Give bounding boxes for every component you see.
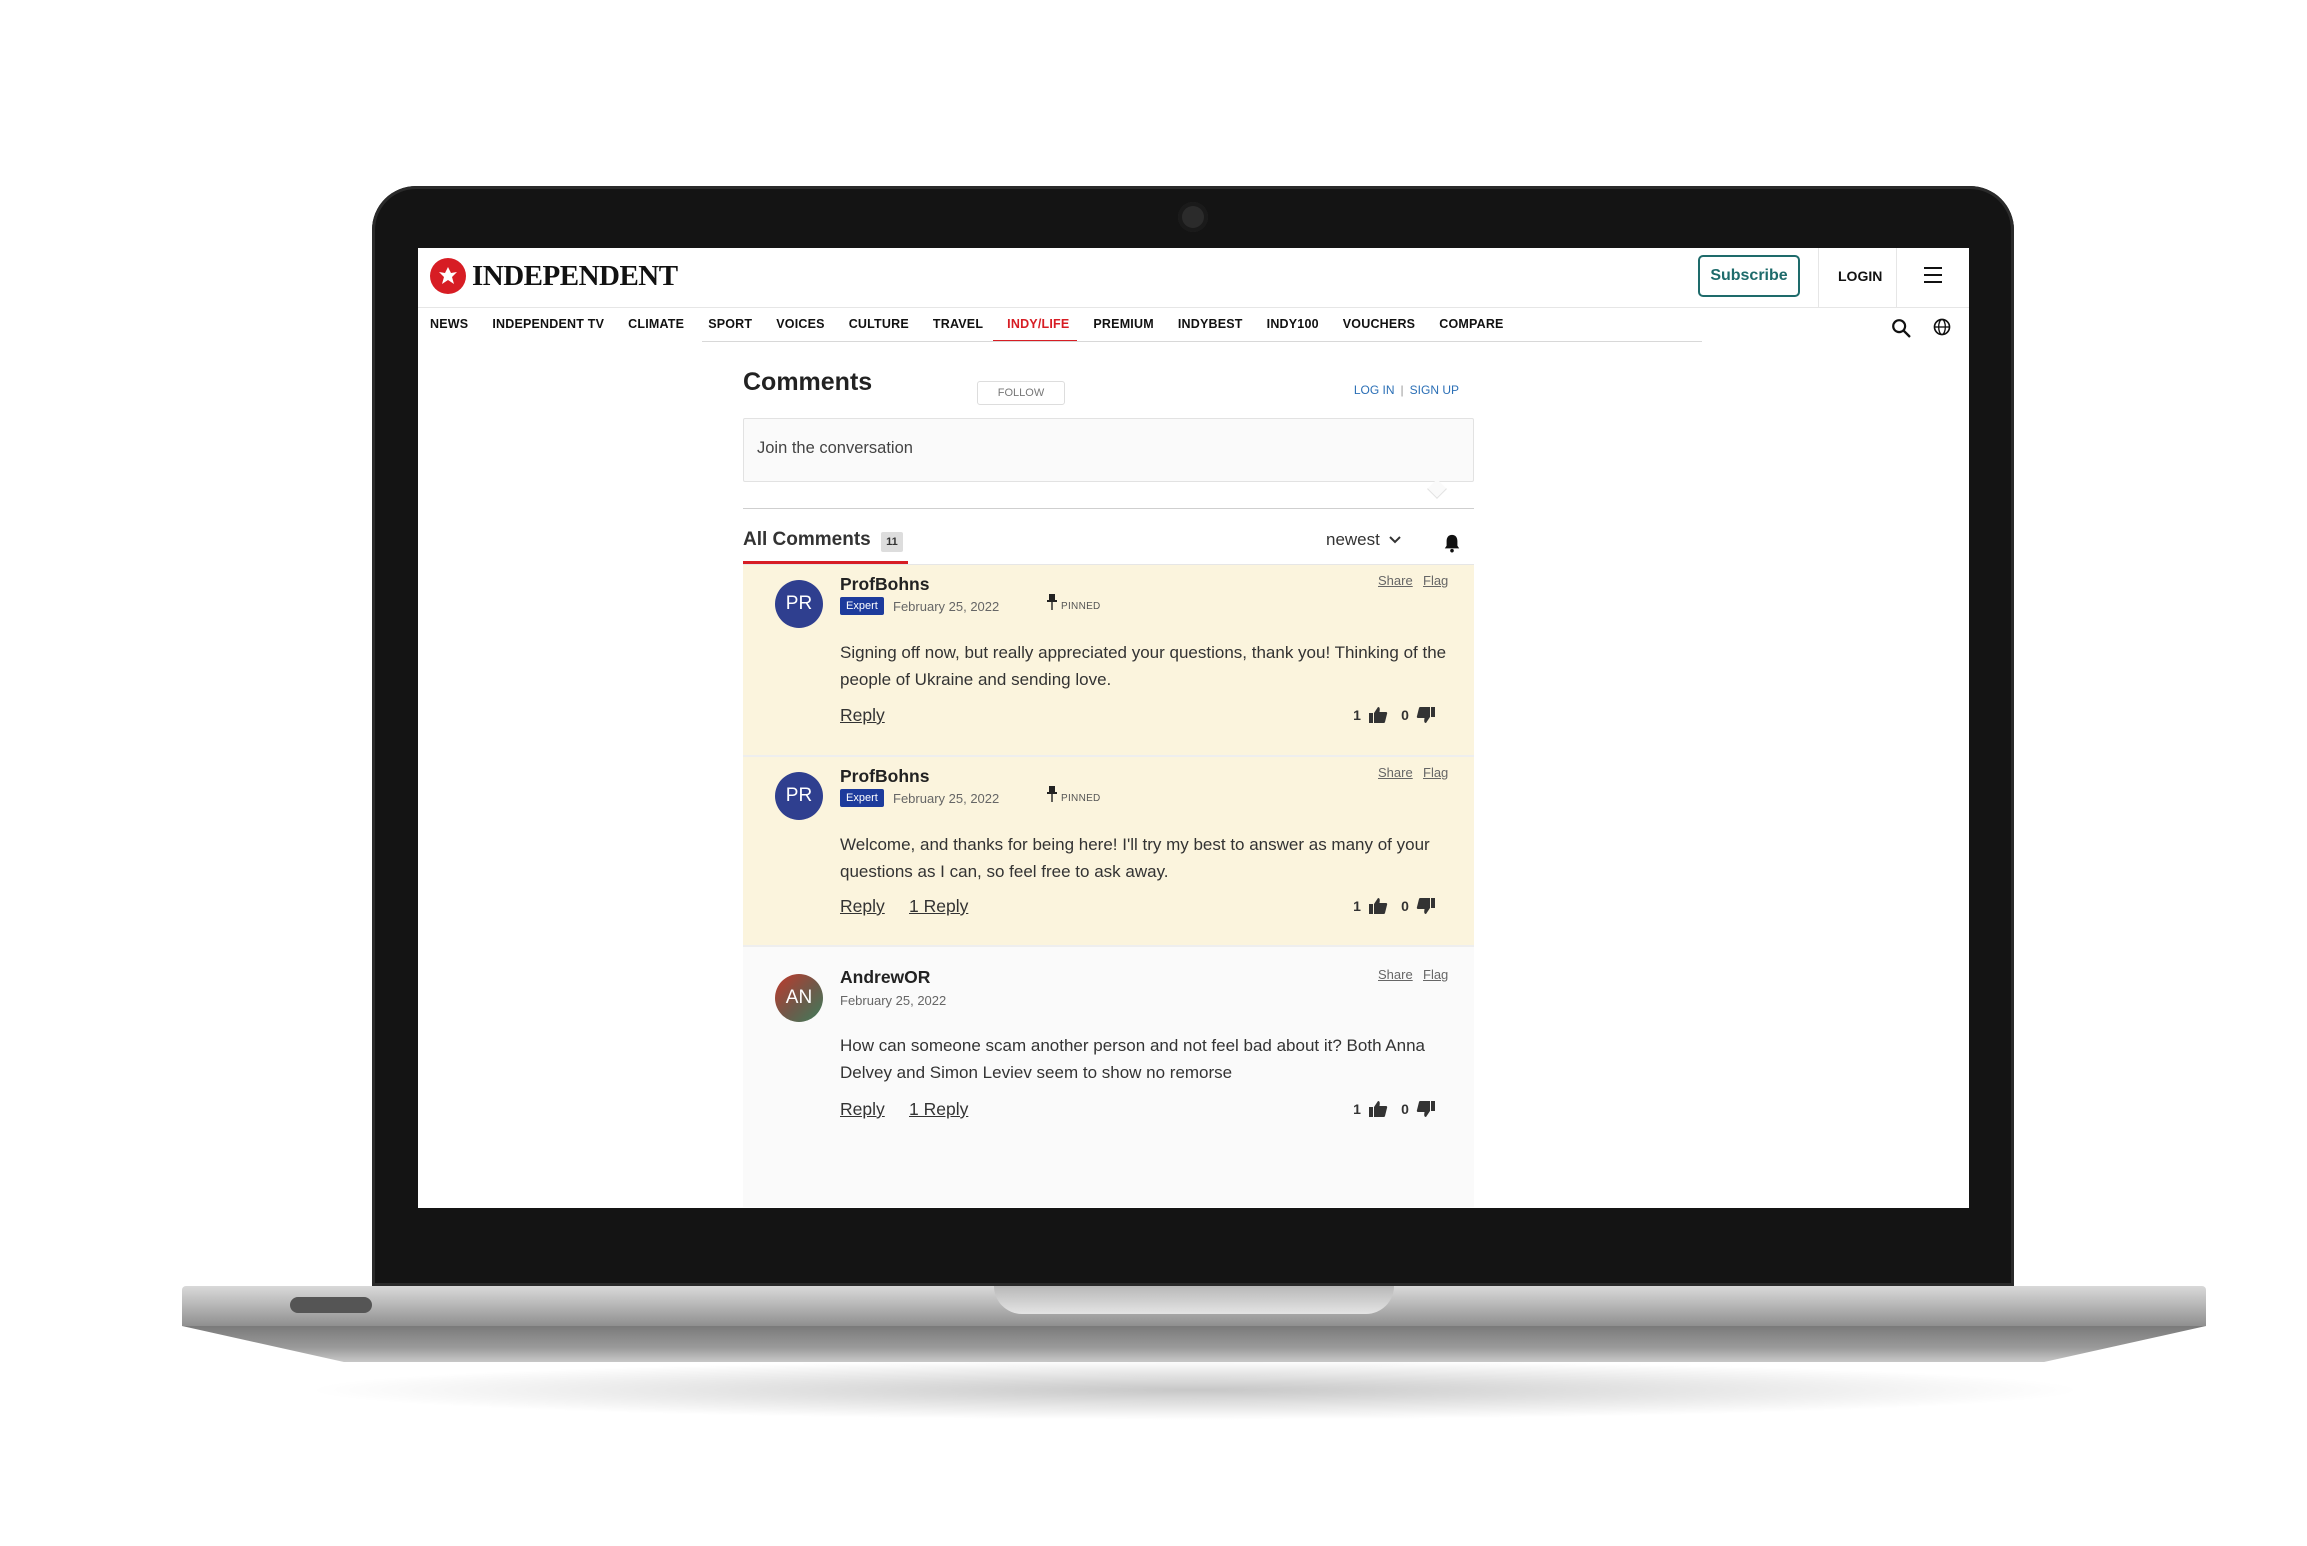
comment-author[interactable]: AndrewOR — [840, 967, 930, 988]
flag-link[interactable]: Flag — [1423, 765, 1448, 780]
expert-badge: Expert — [840, 789, 884, 807]
dislike-count: 0 — [1401, 707, 1409, 723]
comment-body: Welcome, and thanks for being here! I'll… — [840, 835, 1430, 881]
comment-item: AN AndrewOR February 25, 2022 Share Flag… — [743, 947, 1474, 1207]
site-logo[interactable]: INDEPENDENT — [430, 258, 678, 294]
avatar[interactable]: PR — [775, 580, 823, 628]
comment-author[interactable]: ProfBohns — [840, 766, 929, 787]
like-count: 1 — [1353, 707, 1361, 723]
vote-controls: 1 0 — [1350, 1099, 1446, 1119]
logo-text: INDEPENDENT — [472, 259, 678, 292]
view-replies-link[interactable]: 1 Reply — [909, 1099, 968, 1120]
share-link[interactable]: Share — [1378, 573, 1413, 588]
comments-title: Comments — [743, 368, 873, 396]
like-count: 1 — [1353, 898, 1361, 914]
login-link[interactable]: LOG IN — [1354, 383, 1395, 397]
reply-button[interactable]: Reply — [840, 1099, 885, 1120]
nav-item-culture[interactable]: CULTURE — [849, 308, 909, 342]
thumbs-down-icon[interactable] — [1416, 1099, 1436, 1119]
share-link[interactable]: Share — [1378, 765, 1413, 780]
comment-date: February 25, 2022 — [893, 599, 1000, 614]
pin-icon — [1047, 786, 1057, 802]
nav-item-indy-life[interactable]: INDY/LIFE — [993, 308, 1078, 342]
expert-badge: Expert — [840, 597, 884, 615]
menu-icon[interactable] — [1924, 267, 1942, 283]
main-navigation: NEWS INDEPENDENT TV CLIMATE SPORT VOICES… — [418, 308, 1969, 342]
chevron-down-icon — [1389, 536, 1401, 544]
site-header: INDEPENDENT Subscribe LOGIN — [418, 248, 1969, 308]
nav-item-indy100[interactable]: INDY100 — [1267, 308, 1319, 342]
nav-item-indybest[interactable]: INDYBEST — [1178, 308, 1243, 342]
bell-icon[interactable] — [1443, 533, 1461, 553]
flag-link[interactable]: Flag — [1423, 967, 1448, 982]
header-divider — [1818, 248, 1819, 308]
reply-button[interactable]: Reply — [840, 896, 885, 917]
nav-item-compare[interactable]: COMPARE — [1439, 308, 1503, 342]
pin-icon — [1047, 594, 1057, 610]
auth-separator: | — [1400, 383, 1404, 397]
view-replies-link[interactable]: 1 Reply — [909, 896, 968, 917]
thumbs-down-icon[interactable] — [1416, 896, 1436, 916]
tab-all-comments[interactable]: All Comments — [743, 529, 871, 551]
speech-tail — [1427, 479, 1447, 499]
follow-button[interactable]: FOLLOW — [977, 381, 1065, 405]
join-conversation-input[interactable]: Join the conversation — [743, 418, 1474, 499]
nav-item-premium[interactable]: PREMIUM — [1093, 308, 1153, 342]
thumbs-down-icon[interactable] — [1416, 705, 1436, 725]
comment-item: PR ProfBohns Expert February 25, 2022 PI… — [743, 757, 1474, 945]
like-count: 1 — [1353, 1101, 1361, 1117]
webcam — [1178, 202, 1208, 232]
globe-icon[interactable] — [1932, 317, 1952, 337]
sort-select[interactable]: newest — [1326, 530, 1402, 550]
dislike-count: 0 — [1401, 1101, 1409, 1117]
comment-body: How can someone scam another person and … — [840, 1036, 1426, 1082]
thumbs-up-icon[interactable] — [1368, 1099, 1388, 1119]
pinned-label: PINNED — [1061, 601, 1101, 612]
nav-item-news[interactable]: NEWS — [430, 308, 468, 342]
comment-count-badge: 11 — [881, 532, 903, 552]
thumbs-up-icon[interactable] — [1368, 896, 1388, 916]
reply-button[interactable]: Reply — [840, 705, 885, 726]
join-placeholder: Join the conversation — [757, 439, 913, 457]
comment-date: February 25, 2022 — [840, 993, 947, 1008]
comment-date: February 25, 2022 — [893, 791, 1000, 806]
nav-item-travel[interactable]: TRAVEL — [933, 308, 983, 342]
vote-controls: 1 0 — [1350, 705, 1446, 725]
thumbs-up-icon[interactable] — [1368, 705, 1388, 725]
laptop-notch — [994, 1286, 1394, 1314]
laptop-base-bottom — [182, 1326, 2206, 1362]
header-divider — [1896, 248, 1897, 308]
signup-link[interactable]: SIGN UP — [1410, 383, 1459, 397]
comment-body: Signing off now, but really appreciated … — [840, 643, 1447, 689]
eagle-logo-icon — [430, 258, 466, 294]
nav-item-voices[interactable]: VOICES — [776, 308, 824, 342]
section-divider — [743, 508, 1474, 509]
search-icon[interactable] — [1890, 317, 1912, 339]
share-link[interactable]: Share — [1378, 967, 1413, 982]
login-link[interactable]: LOGIN — [1838, 268, 1882, 284]
dislike-count: 0 — [1401, 898, 1409, 914]
sort-value: newest — [1326, 530, 1380, 549]
laptop-shadow — [300, 1360, 2090, 1420]
flag-link[interactable]: Flag — [1423, 573, 1448, 588]
avatar[interactable]: AN — [775, 974, 823, 1022]
nav-item-climate[interactable]: CLIMATE — [628, 308, 684, 342]
browser-screen: INDEPENDENT Subscribe LOGIN NEWS INDEPEN… — [418, 248, 1969, 1208]
auth-links: LOG IN | SIGN UP — [1354, 383, 1459, 397]
nav-item-independent-tv[interactable]: INDEPENDENT TV — [492, 308, 604, 342]
nav-item-vouchers[interactable]: VOUCHERS — [1343, 308, 1415, 342]
subscribe-button[interactable]: Subscribe — [1698, 255, 1800, 297]
nav-item-sport[interactable]: SPORT — [708, 308, 752, 342]
laptop-base-pad — [290, 1297, 372, 1313]
comment-item: PR ProfBohns Expert February 25, 2022 PI… — [743, 565, 1474, 755]
nav-list: NEWS INDEPENDENT TV CLIMATE SPORT VOICES… — [430, 308, 1528, 342]
vote-controls: 1 0 — [1350, 896, 1446, 916]
avatar[interactable]: PR — [775, 772, 823, 820]
nav-underline — [702, 341, 1702, 342]
pinned-label: PINNED — [1061, 793, 1101, 804]
comment-author[interactable]: ProfBohns — [840, 574, 929, 595]
